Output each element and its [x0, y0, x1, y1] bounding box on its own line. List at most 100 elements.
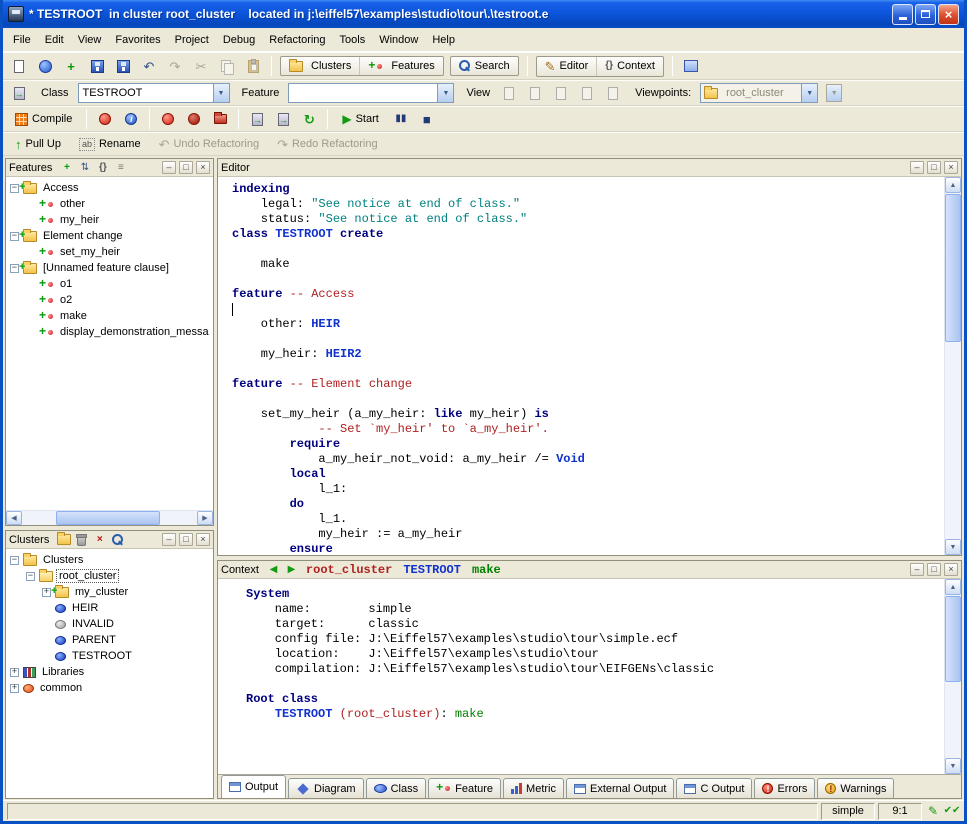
clickable-view-button[interactable] [523, 82, 547, 104]
editor-maximize-button[interactable]: □ [927, 161, 941, 174]
finalize-button[interactable] [208, 108, 232, 130]
context-forward-button[interactable]: ▶ [284, 563, 299, 577]
menu-edit[interactable]: Edit [38, 30, 71, 50]
editor-close-button[interactable]: × [944, 161, 958, 174]
context-crumb-cluster[interactable]: root_cluster [302, 563, 396, 577]
features-maximize-button[interactable]: □ [179, 161, 193, 174]
menu-window[interactable]: Window [372, 30, 425, 50]
start-button[interactable]: ▶ Start [334, 108, 386, 130]
copy-button[interactable] [215, 55, 239, 77]
paste-button[interactable] [241, 55, 265, 77]
menu-project[interactable]: Project [168, 30, 216, 50]
editor-vscroll-thumb[interactable] [945, 194, 961, 342]
close-button[interactable]: × [938, 4, 959, 25]
context-output-area[interactable]: System name: simple target: classic conf… [218, 579, 944, 774]
restore-button[interactable] [915, 4, 936, 25]
expander-minus-icon[interactable]: − [10, 184, 19, 193]
scroll-left-button[interactable]: ◀ [6, 511, 22, 525]
remove-class-button[interactable]: × [92, 533, 107, 547]
context-close-button[interactable]: × [944, 563, 958, 576]
expander-plus-icon[interactable]: + [10, 668, 19, 677]
expander-minus-icon[interactable]: − [10, 264, 19, 273]
tree-item-common[interactable]: +common [6, 680, 213, 696]
expander-plus-icon[interactable]: + [42, 588, 51, 597]
menu-file[interactable]: File [6, 30, 38, 50]
class-combo-dropdown[interactable]: ▼ [213, 84, 229, 102]
expander-plus-icon[interactable]: + [10, 684, 19, 693]
compile-button[interactable]: Compile [7, 108, 80, 130]
tree-item-parent[interactable]: PARENT [6, 632, 213, 648]
tree-item-access[interactable]: −Access [6, 180, 213, 196]
tree-item-other[interactable]: other [6, 196, 213, 212]
tree-item-root-cluster[interactable]: −root_cluster [6, 568, 213, 584]
viewpoints-combobox[interactable]: root_cluster ▼ [700, 83, 818, 103]
redo-refactoring-button[interactable]: ↷ Redo Refactoring [269, 133, 386, 155]
save-all-button[interactable] [111, 55, 135, 77]
signatures-button[interactable]: {} [95, 161, 110, 175]
tree-item-unnamed-feature-clause[interactable]: −[Unnamed feature clause] [6, 260, 213, 276]
save-button[interactable] [85, 55, 109, 77]
minimize-button[interactable] [892, 4, 913, 25]
alphabetic-sort-button[interactable]: ⇅ [77, 161, 92, 175]
delete-cluster-button[interactable] [74, 533, 89, 547]
expander-minus-icon[interactable]: − [26, 572, 35, 581]
tab-feature[interactable]: Feature [428, 778, 501, 798]
tree-item-clusters[interactable]: −Clusters [6, 552, 213, 568]
titlebar[interactable]: * TESTROOT in cluster root_cluster locat… [3, 0, 964, 28]
clusters-minimize-button[interactable]: – [162, 533, 176, 546]
compile-info-button[interactable]: i [119, 108, 143, 130]
tree-item-my-cluster[interactable]: +my_cluster [6, 584, 213, 600]
tree-item-o2[interactable]: o2 [6, 292, 213, 308]
viewpoints-overflow-dropdown[interactable]: ▼ [826, 84, 842, 102]
context-toggle-button[interactable]: {} Context [597, 57, 663, 76]
features-hscroll-thumb[interactable] [56, 511, 160, 525]
tab-metric[interactable]: Metric [503, 778, 564, 798]
new-cluster-button[interactable] [56, 533, 71, 547]
context-back-button[interactable]: ◀ [266, 563, 281, 577]
cut-button[interactable]: ✂ [189, 55, 213, 77]
tree-item-invalid[interactable]: INVALID [6, 616, 213, 632]
clusters-toggle-button[interactable]: Clusters [281, 57, 360, 75]
flat-view-button[interactable] [549, 82, 573, 104]
tree-item-heir[interactable]: HEIR [6, 600, 213, 616]
tree-list-button[interactable]: ≡ [113, 161, 128, 175]
stop-button[interactable]: ■ [415, 108, 439, 130]
context-crumb-class[interactable]: TESTROOT [399, 563, 465, 577]
editor-scroll-down-button[interactable]: ▼ [945, 539, 961, 555]
class-combobox[interactable]: TESTROOT ▼ [78, 83, 230, 103]
tab-output[interactable]: Output [221, 775, 286, 798]
feature-clauses-button[interactable]: + [59, 161, 74, 175]
diagram-tool-button[interactable] [679, 55, 703, 77]
clusters-close-button[interactable]: × [196, 533, 210, 546]
rename-button[interactable]: ab Rename [71, 133, 149, 155]
tree-item-make[interactable]: make [6, 308, 213, 324]
search-toggle-button[interactable]: Search [451, 57, 518, 75]
editor-code-area[interactable]: indexing legal: "See notice at end of cl… [218, 177, 944, 555]
context-maximize-button[interactable]: □ [927, 563, 941, 576]
undo-refactoring-button[interactable]: ↶ Undo Refactoring [151, 133, 268, 155]
open-button[interactable] [33, 55, 57, 77]
freeze-button[interactable] [93, 108, 117, 130]
expander-minus-icon[interactable]: − [10, 232, 19, 241]
features-toggle-button[interactable]: Features [360, 57, 442, 75]
tab-class[interactable]: Class [366, 778, 427, 798]
context-crumb-feature[interactable]: make [468, 563, 505, 577]
add-class-button[interactable]: + [59, 55, 83, 77]
tab-c-output[interactable]: C Output [676, 778, 752, 798]
pull-up-button[interactable]: ↑ Pull Up [7, 133, 69, 155]
menu-view[interactable]: View [71, 30, 109, 50]
context-vscrollbar[interactable]: ▲ ▼ [944, 579, 961, 774]
redo-button[interactable]: ↷ [163, 55, 187, 77]
new-document-button[interactable] [7, 55, 31, 77]
editor-vscrollbar[interactable]: ▲ ▼ [944, 177, 961, 555]
context-scroll-down-button[interactable]: ▼ [945, 758, 961, 774]
melt-button[interactable] [156, 108, 180, 130]
features-minimize-button[interactable]: – [162, 161, 176, 174]
editor-scroll-up-button[interactable]: ▲ [945, 177, 961, 193]
menu-favorites[interactable]: Favorites [108, 30, 167, 50]
interface-view-button[interactable] [601, 82, 625, 104]
menu-tools[interactable]: Tools [333, 30, 373, 50]
expander-minus-icon[interactable]: − [10, 556, 19, 565]
tree-item-display-demonstration-messa[interactable]: display_demonstration_messa [6, 324, 213, 340]
basic-view-button[interactable] [497, 82, 521, 104]
